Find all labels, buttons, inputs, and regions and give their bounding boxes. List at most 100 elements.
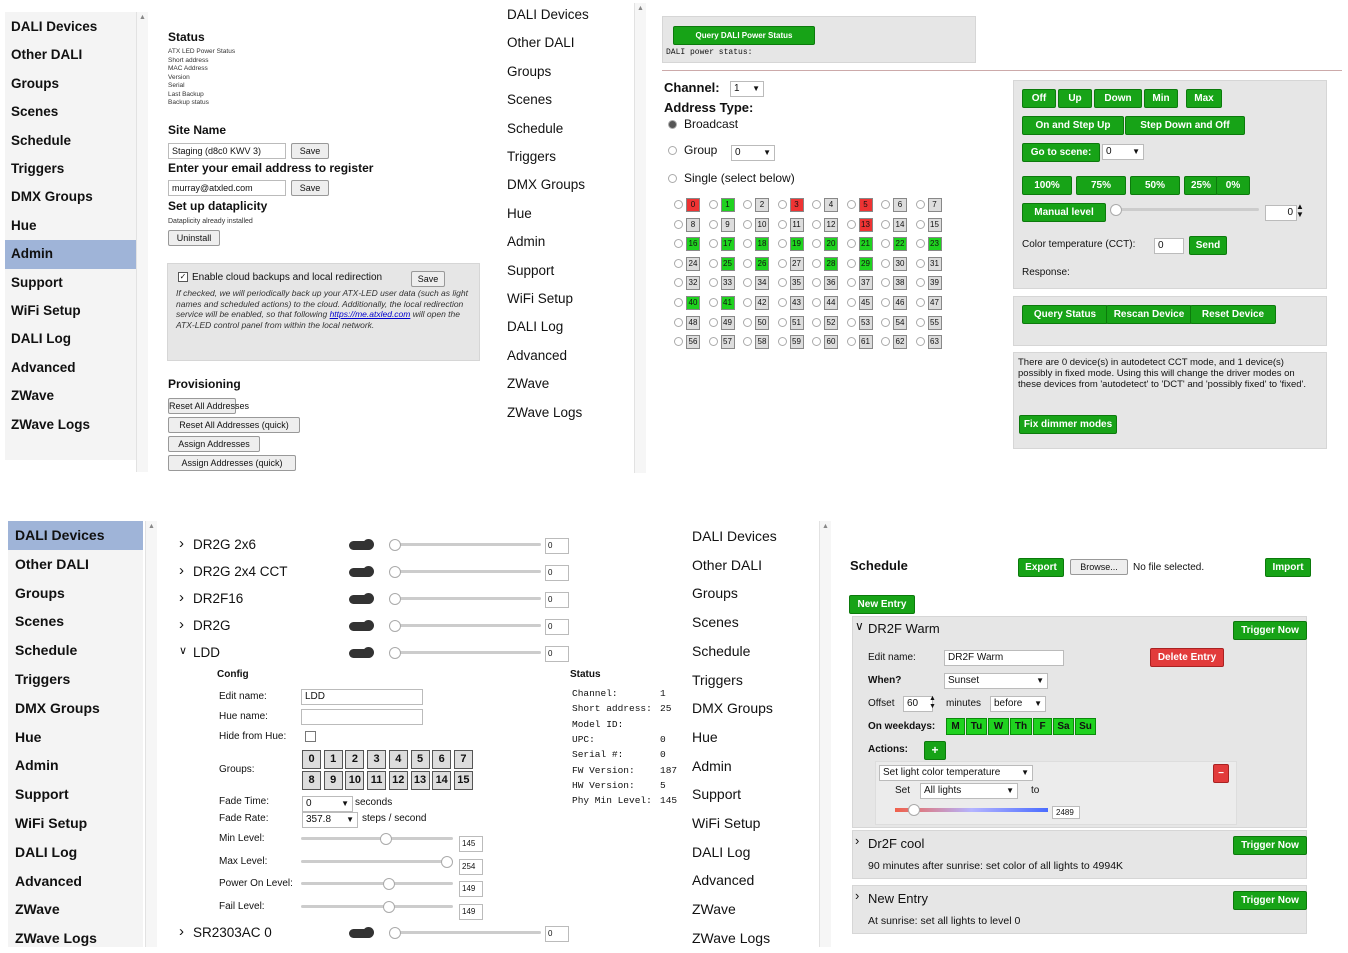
nav-item-dmx-groups[interactable]: DMX Groups bbox=[5, 183, 136, 211]
nav-item-dali-log[interactable]: DALI Log bbox=[8, 838, 143, 867]
cloud-save-button[interactable]: Save bbox=[411, 271, 445, 287]
device-level-slider[interactable] bbox=[393, 651, 541, 654]
device-6[interactable]: 6 bbox=[893, 198, 907, 212]
device-radio[interactable] bbox=[846, 258, 856, 268]
broadcast-radio[interactable] bbox=[668, 120, 677, 129]
device-level-knob[interactable] bbox=[389, 620, 401, 632]
group-6-button[interactable]: 6 bbox=[432, 750, 452, 769]
device-40[interactable]: 40 bbox=[686, 296, 700, 310]
provision-button-2[interactable]: Reset All Addresses (quick) bbox=[168, 417, 300, 433]
device-36[interactable]: 36 bbox=[824, 276, 838, 291]
nav-item-hue[interactable]: Hue bbox=[497, 200, 632, 228]
manual-level-button[interactable]: Manual level bbox=[1022, 203, 1106, 222]
level-0-button[interactable]: 0% bbox=[1216, 176, 1250, 195]
level-50-button[interactable]: 50% bbox=[1130, 176, 1180, 195]
device-radio[interactable] bbox=[743, 337, 752, 347]
device-radio[interactable] bbox=[915, 317, 925, 327]
device-22[interactable]: 22 bbox=[893, 237, 907, 252]
nav-item-advanced[interactable]: Advanced bbox=[8, 867, 143, 896]
nav-item-other-dali[interactable]: Other DALI bbox=[8, 550, 143, 579]
browse-button[interactable]: Browse... bbox=[1070, 559, 1128, 575]
device-radio[interactable] bbox=[708, 337, 718, 347]
device-radio[interactable] bbox=[812, 239, 821, 249]
device-level-input[interactable]: 0 bbox=[545, 619, 569, 635]
device-radio[interactable] bbox=[743, 258, 752, 268]
device-radio[interactable] bbox=[812, 258, 821, 268]
device-name[interactable]: DR2F16 bbox=[193, 591, 243, 606]
nav-item-hue[interactable]: Hue bbox=[8, 723, 143, 752]
device-radio[interactable] bbox=[915, 298, 925, 307]
nav-item-wifi-setup[interactable]: WiFi Setup bbox=[5, 297, 136, 325]
device-toggle[interactable] bbox=[349, 566, 374, 577]
nav-item-groups[interactable]: Groups bbox=[685, 579, 818, 608]
cloud-checkbox[interactable]: ✓ bbox=[178, 272, 188, 282]
scrollbar[interactable]: ▲ bbox=[136, 12, 148, 472]
manual-level-knob[interactable] bbox=[1110, 204, 1122, 216]
device-toggle[interactable] bbox=[349, 620, 374, 631]
device-radio[interactable] bbox=[674, 219, 683, 229]
nav-item-triggers[interactable]: Triggers bbox=[685, 666, 818, 695]
level-input[interactable]: 254 bbox=[459, 858, 483, 875]
nav-item-other-dali[interactable]: Other DALI bbox=[685, 551, 818, 580]
device-15[interactable]: 15 bbox=[927, 217, 942, 232]
device-5[interactable]: 5 bbox=[858, 198, 873, 212]
device-radio[interactable] bbox=[812, 278, 821, 288]
nav-item-support[interactable]: Support bbox=[8, 780, 143, 809]
device-18[interactable]: 18 bbox=[755, 237, 769, 252]
temp-slider-knob[interactable] bbox=[908, 804, 920, 816]
fade-time-select[interactable]: 0 ▼ bbox=[302, 796, 353, 812]
level-input[interactable]: 149 bbox=[459, 881, 483, 897]
level-slider[interactable] bbox=[301, 882, 453, 885]
chevron-right-icon[interactable]: › bbox=[179, 589, 184, 606]
nav-item-schedule[interactable]: Schedule bbox=[8, 636, 143, 665]
device-20[interactable]: 20 bbox=[824, 237, 838, 252]
device-radio[interactable] bbox=[708, 317, 718, 327]
nav-item-other-dali[interactable]: Other DALI bbox=[497, 29, 632, 57]
channel-select[interactable]: 1 ▼ bbox=[730, 81, 764, 97]
device-level-knob[interactable] bbox=[389, 566, 401, 578]
device-57[interactable]: 57 bbox=[720, 335, 735, 350]
group-4-button[interactable]: 4 bbox=[388, 750, 408, 769]
nav-item-dali-log[interactable]: DALI Log bbox=[497, 313, 632, 341]
device-radio[interactable] bbox=[708, 239, 718, 249]
chevron-right-icon[interactable]: › bbox=[855, 833, 859, 848]
chevron-right-icon[interactable]: › bbox=[855, 888, 859, 903]
nav-item-support[interactable]: Support bbox=[5, 269, 136, 297]
nav-item-groups[interactable]: Groups bbox=[5, 70, 136, 98]
device-29[interactable]: 29 bbox=[858, 256, 873, 271]
device-name[interactable]: LDD bbox=[193, 645, 220, 660]
nav-item-triggers[interactable]: Triggers bbox=[497, 143, 632, 171]
scrollbar[interactable]: ▲ bbox=[634, 3, 646, 473]
nav-item-zwave[interactable]: ZWave bbox=[5, 382, 136, 410]
device-25[interactable]: 25 bbox=[720, 256, 735, 271]
device-46[interactable]: 46 bbox=[893, 296, 907, 310]
device-radio[interactable] bbox=[674, 258, 683, 268]
device-4[interactable]: 4 bbox=[824, 198, 838, 212]
trigger-now-button[interactable]: Trigger Now bbox=[1233, 891, 1307, 910]
device-50[interactable]: 50 bbox=[755, 315, 769, 330]
device-54[interactable]: 54 bbox=[893, 315, 907, 330]
device-radio[interactable] bbox=[881, 278, 890, 288]
nav-item-other-dali[interactable]: Other DALI bbox=[5, 41, 136, 69]
device-44[interactable]: 44 bbox=[824, 296, 838, 310]
device-level-knob[interactable] bbox=[389, 539, 401, 551]
nav-item-scenes[interactable]: Scenes bbox=[5, 98, 136, 126]
day-m-toggle[interactable]: M bbox=[946, 718, 965, 735]
device-level-knob[interactable] bbox=[389, 593, 401, 605]
device-38[interactable]: 38 bbox=[893, 276, 907, 291]
device-radio[interactable] bbox=[674, 239, 683, 249]
device-0[interactable]: 0 bbox=[686, 198, 700, 212]
nav-item-zwave-logs[interactable]: ZWave Logs bbox=[497, 399, 632, 427]
on-and-step-up-button[interactable]: On and Step Up bbox=[1022, 116, 1124, 135]
nav-item-dmx-groups[interactable]: DMX Groups bbox=[685, 694, 818, 723]
min-button[interactable]: Min bbox=[1144, 89, 1178, 108]
device-toggle[interactable] bbox=[349, 647, 374, 658]
device-radio[interactable] bbox=[881, 317, 890, 327]
temp-value-input[interactable]: 2489 bbox=[1052, 806, 1080, 819]
device-35[interactable]: 35 bbox=[789, 276, 804, 291]
device-42[interactable]: 42 bbox=[755, 296, 769, 310]
device-12[interactable]: 12 bbox=[824, 217, 838, 232]
device-14[interactable]: 14 bbox=[893, 217, 907, 232]
group-radio[interactable] bbox=[668, 146, 677, 155]
email-save-button[interactable]: Save bbox=[291, 180, 329, 196]
